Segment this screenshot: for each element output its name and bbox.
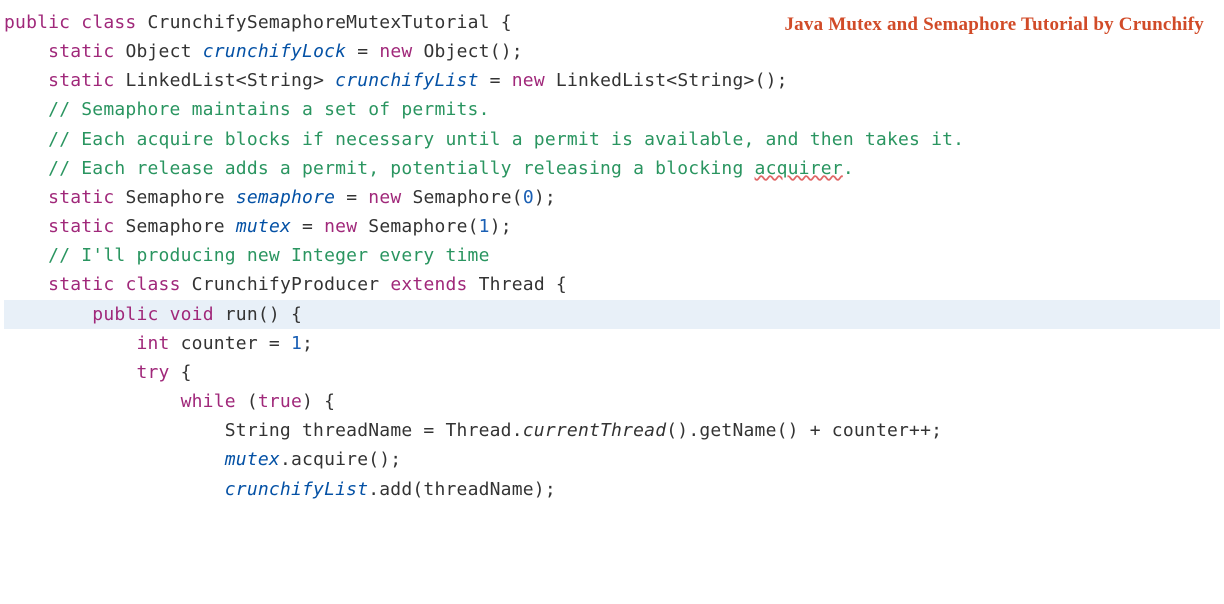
comment: // Semaphore maintains a set of permits.	[48, 99, 489, 120]
code-line: static Semaphore semaphore = new Semapho…	[4, 183, 1220, 212]
number: 0	[523, 187, 534, 208]
keyword-void: void	[170, 304, 214, 325]
space	[114, 187, 125, 208]
code-line: static Object crunchifyLock = new Object…	[4, 37, 1220, 66]
code-line: while (true) {	[4, 387, 1220, 416]
code-line: crunchifyList.add(threadName);	[4, 475, 1220, 504]
class-name: CrunchifyProducer	[181, 274, 391, 295]
semicolon: ;	[302, 333, 313, 354]
keyword-static: static	[48, 70, 114, 91]
type: String	[225, 420, 291, 441]
code-line: // I'll producing new Integer every time	[4, 241, 1220, 270]
code-line: // Semaphore maintains a set of permits.	[4, 95, 1220, 124]
number: 1	[479, 216, 490, 237]
space	[114, 216, 125, 237]
code-line: static LinkedList<String> crunchifyList …	[4, 66, 1220, 95]
keyword-new: new	[379, 41, 412, 62]
static-method: currentThread	[523, 420, 666, 441]
space	[192, 41, 203, 62]
code-line: // Each release adds a permit, potential…	[4, 154, 1220, 183]
space	[159, 304, 170, 325]
keyword-static: static	[48, 41, 114, 62]
keyword-extends: extends	[390, 274, 467, 295]
eq: =	[346, 41, 379, 62]
keyword-new: new	[368, 187, 401, 208]
comment: // Each release adds a permit, potential…	[48, 158, 754, 179]
text: );	[534, 187, 556, 208]
code-block: public class CrunchifySemaphoreMutexTuto…	[4, 8, 1220, 504]
class-name: CrunchifySemaphoreMutexTutorial	[148, 12, 490, 33]
text: Semaphore(	[401, 187, 522, 208]
type: Semaphore	[125, 187, 224, 208]
keyword-static: static	[48, 187, 114, 208]
space	[225, 216, 236, 237]
code-line: static class CrunchifyProducer extends T…	[4, 270, 1220, 299]
keyword-static: static	[48, 216, 114, 237]
keyword-class: class	[81, 12, 136, 33]
code-line: try {	[4, 358, 1220, 387]
code-line-highlighted: public void run() {	[4, 300, 1220, 329]
space	[114, 70, 125, 91]
keyword-int: int	[136, 333, 169, 354]
brace: {	[490, 12, 512, 33]
keyword-try: try	[136, 362, 169, 383]
method-name: run() {	[214, 304, 302, 325]
text: .add(threadName);	[368, 479, 556, 500]
space	[70, 12, 81, 33]
keyword-class: class	[125, 274, 180, 295]
watermark-text: Java Mutex and Semaphore Tutorial by Cru…	[784, 10, 1204, 41]
space	[324, 70, 335, 91]
comment: // Each acquire blocks if necessary unti…	[48, 129, 964, 150]
keyword-public: public	[92, 304, 158, 325]
brace: {	[170, 362, 192, 383]
code-line: static Semaphore mutex = new Semaphore(1…	[4, 212, 1220, 241]
paren: (	[236, 391, 258, 412]
type: Semaphore	[125, 216, 224, 237]
text: );	[490, 216, 512, 237]
code-line: int counter = 1;	[4, 329, 1220, 358]
space	[114, 41, 125, 62]
eq: =	[291, 216, 324, 237]
variable: semaphore	[236, 187, 335, 208]
keyword-new: new	[512, 70, 545, 91]
keyword-while: while	[181, 391, 236, 412]
code-line: String threadName = Thread.currentThread…	[4, 416, 1220, 445]
code-line: // Each acquire blocks if necessary unti…	[4, 125, 1220, 154]
keyword-new: new	[324, 216, 357, 237]
constructor: LinkedList<String>();	[545, 70, 788, 91]
text: .acquire();	[280, 449, 401, 470]
comment: // I'll producing new Integer every time	[48, 245, 489, 266]
variable: mutex	[236, 216, 291, 237]
space	[114, 274, 125, 295]
paren: ) {	[302, 391, 335, 412]
eq: =	[479, 70, 512, 91]
code-line: mutex.acquire();	[4, 445, 1220, 474]
type: Object	[125, 41, 191, 62]
variable: crunchifyList	[335, 70, 478, 91]
text: ().getName() + counter++;	[666, 420, 942, 441]
text: Semaphore(	[357, 216, 478, 237]
number: 1	[291, 333, 302, 354]
type: LinkedList<String>	[125, 70, 324, 91]
eq: =	[335, 187, 368, 208]
comment-underlined: acquirer	[755, 158, 843, 179]
keyword-public: public	[4, 12, 70, 33]
space	[225, 187, 236, 208]
comment: .	[843, 158, 854, 179]
keyword-static: static	[48, 274, 114, 295]
variable: crunchifyLock	[203, 41, 346, 62]
keyword-true: true	[258, 391, 302, 412]
constructor: Object();	[412, 41, 522, 62]
variable: crunchifyList	[225, 479, 368, 500]
text: counter =	[170, 333, 291, 354]
superclass: Thread {	[468, 274, 567, 295]
space	[136, 12, 147, 33]
variable: mutex	[225, 449, 280, 470]
text: threadName = Thread.	[291, 420, 523, 441]
